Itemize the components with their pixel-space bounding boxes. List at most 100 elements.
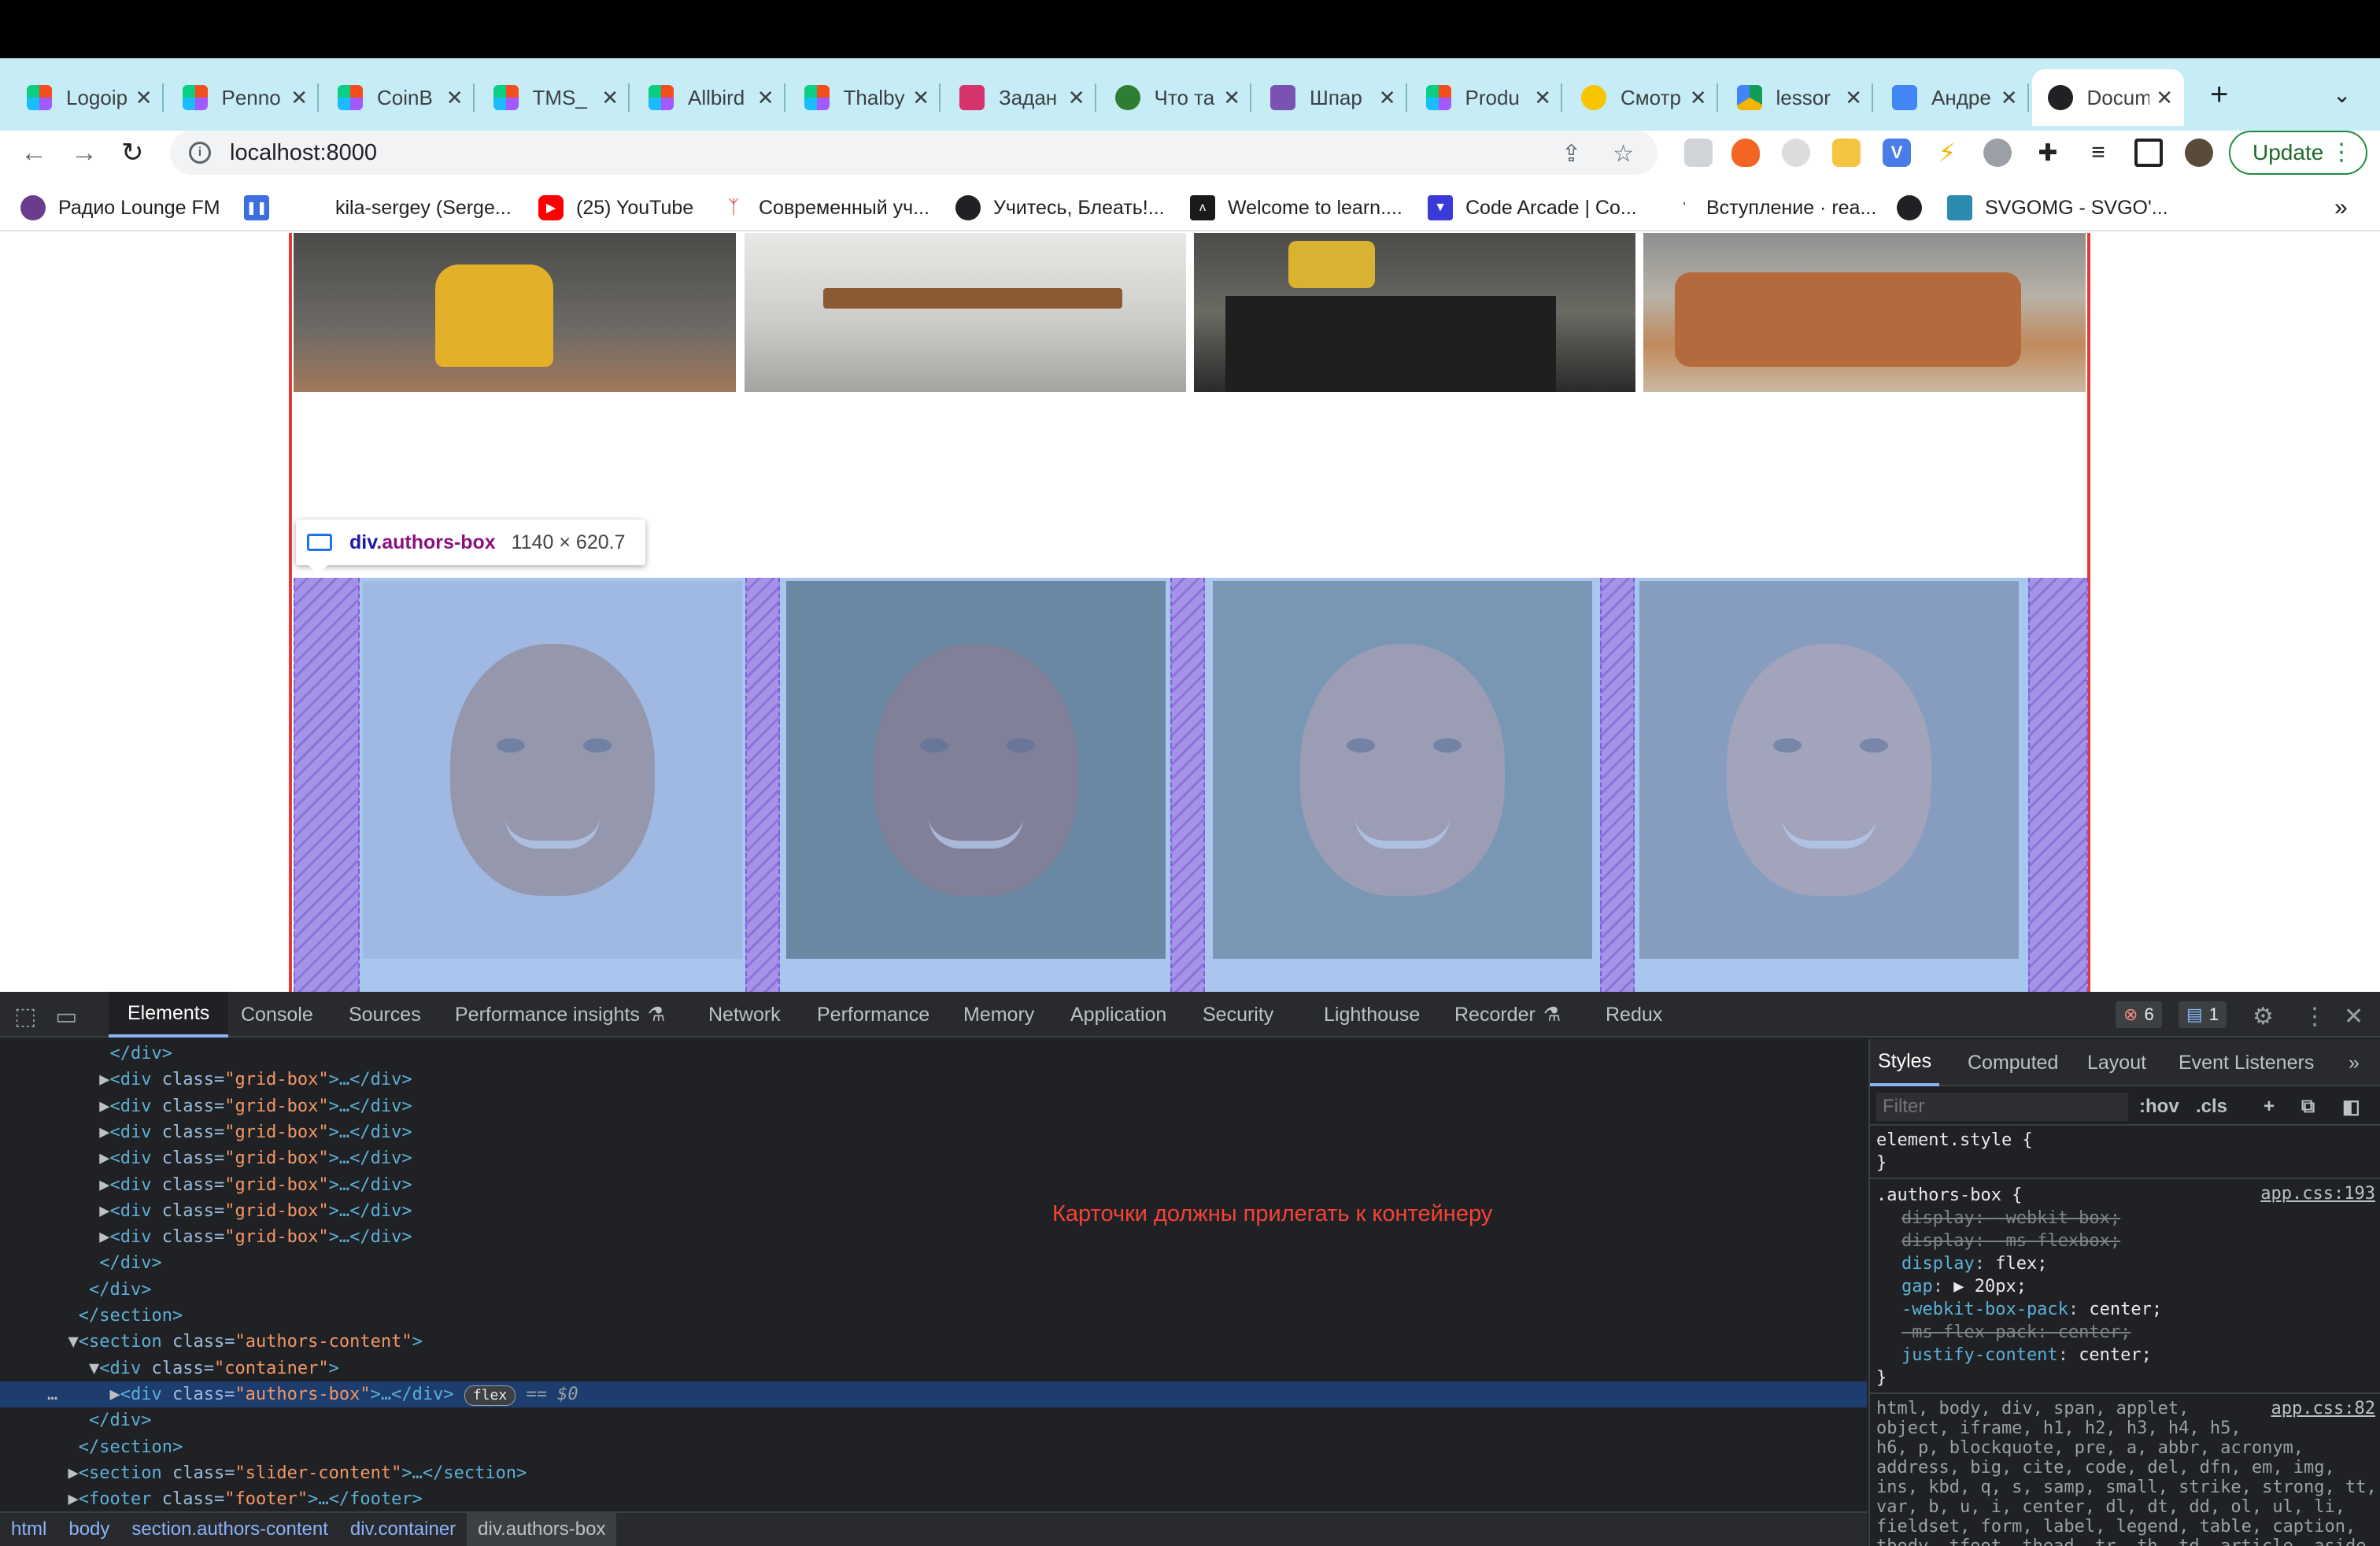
css-declaration[interactable]: gap: ▶ 20px;: [1901, 1275, 2027, 1298]
breadcrumb-html[interactable]: html: [0, 1518, 57, 1540]
close-tab-icon[interactable]: ✕: [757, 86, 774, 110]
dom-node[interactable]: </div>: [0, 1250, 1867, 1276]
dom-node[interactable]: ▶<div class="grid-box">…</div>: [0, 1224, 1867, 1250]
share-icon[interactable]: ⇪: [1561, 140, 1581, 168]
device-toolbar-icon[interactable]: ▭: [55, 1003, 77, 1030]
browser-tab[interactable]: Produ ✕: [1410, 69, 1562, 126]
css-declaration[interactable]: -ms-flex-pack: center;: [1901, 1321, 2131, 1344]
rule-source-link[interactable]: app.css:193: [2260, 1184, 2375, 1204]
dom-node[interactable]: ▶<div class="grid-box">…</div>: [0, 1172, 1867, 1198]
dom-node[interactable]: ▶<div class="grid-box">…</div>: [0, 1093, 1867, 1119]
bookmark-globe[interactable]: [1897, 194, 1935, 222]
css-declaration[interactable]: display: -webkit-box;: [1901, 1207, 2120, 1230]
tab-console[interactable]: Console: [241, 992, 313, 1037]
css-declaration[interactable]: display: -ms-flexbox;: [1901, 1230, 2120, 1252]
inspect-element-icon[interactable]: ⬚: [14, 1003, 36, 1030]
tab-elements[interactable]: Elements: [109, 992, 229, 1037]
tab-network[interactable]: Network: [708, 992, 781, 1037]
close-tab-icon[interactable]: ✕: [1223, 86, 1240, 110]
tab-performance[interactable]: Performance: [817, 992, 929, 1037]
close-tab-icon[interactable]: ✕: [1068, 86, 1085, 110]
close-tab-icon[interactable]: ✕: [1379, 86, 1396, 110]
tab-event-listeners[interactable]: Event Listeners: [2179, 1039, 2314, 1086]
update-button[interactable]: Update ⋮: [2229, 131, 2367, 175]
bookmark-radio-lounge[interactable]: Радио Lounge FM: [20, 194, 220, 222]
browser-tab[interactable]: Logoip ✕: [11, 69, 164, 126]
site-info-icon[interactable]: i: [189, 142, 211, 164]
tab-recorder[interactable]: Recorder ⚗: [1454, 992, 1561, 1037]
dom-node[interactable]: ▶<div class="grid-box">…</div>: [0, 1198, 1867, 1224]
dom-node[interactable]: </div>: [0, 1277, 1867, 1303]
dom-node[interactable]: ▶<section class="slider-content">…</sect…: [0, 1460, 1867, 1486]
close-tab-icon[interactable]: ✕: [912, 86, 929, 110]
browser-tab[interactable]: Thalby ✕: [789, 69, 941, 126]
bookmark-welcome-learn[interactable]: ʌ Welcome to learn....: [1190, 194, 1402, 222]
browser-tab[interactable]: CoinB ✕: [322, 69, 475, 126]
close-tab-icon[interactable]: ✕: [135, 86, 153, 110]
css-declaration[interactable]: -webkit-box-pack: center;: [1901, 1298, 2162, 1321]
extension-v-icon[interactable]: V: [1883, 139, 1911, 167]
bookmark-star-icon[interactable]: ☆: [1613, 140, 1634, 168]
toggle-sidebar-icon[interactable]: ◧: [2342, 1096, 2360, 1119]
more-options-icon[interactable]: ⋮: [2303, 1003, 2326, 1030]
bookmark-uchites[interactable]: Учитесь, Блеать!...: [955, 194, 1165, 222]
new-tab-button[interactable]: +: [2210, 77, 2228, 113]
extension-brave-icon[interactable]: [1731, 139, 1760, 167]
breadcrumb-authors-box[interactable]: div.authors-box: [467, 1512, 617, 1546]
errors-badge[interactable]: ⊗ 6: [2116, 1001, 2162, 1028]
browser-tab[interactable]: Смотр ✕: [1565, 69, 1718, 126]
cls-toggle[interactable]: .cls: [2196, 1096, 2227, 1118]
browser-tab[interactable]: Шпар ✕: [1255, 69, 1407, 126]
extension-target-icon[interactable]: [1782, 139, 1810, 167]
tab-memory[interactable]: Memory: [963, 992, 1034, 1037]
browser-tab[interactable]: Penno ✕: [167, 69, 319, 126]
back-arrow-icon[interactable]: ←: [20, 131, 47, 175]
tab-security[interactable]: Security: [1203, 992, 1273, 1037]
browser-tab[interactable]: Docum ✕: [2031, 69, 2184, 126]
bookmark-youtube[interactable]: ▶ (25) YouTube: [538, 194, 693, 222]
settings-gear-icon[interactable]: ⚙: [2252, 1003, 2274, 1030]
extensions-puzzle-icon[interactable]: ✚: [2034, 139, 2062, 167]
dom-node[interactable]: ▼<div class="container">: [0, 1356, 1867, 1381]
dom-node[interactable]: ▼<section class="authors-content">: [0, 1329, 1867, 1355]
paint-brush-icon[interactable]: ⧉: [2301, 1096, 2315, 1118]
new-rule-plus-icon[interactable]: +: [2264, 1096, 2275, 1118]
forward-arrow-icon[interactable]: →: [71, 131, 98, 175]
more-menu-icon[interactable]: ⋮: [2330, 139, 2353, 166]
bookmark-kila-sergey[interactable]: kila-sergey (Serge...: [335, 194, 512, 222]
close-tab-icon[interactable]: ✕: [446, 86, 464, 110]
bookmarks-overflow-icon[interactable]: »: [2334, 194, 2348, 222]
dom-node[interactable]: ▶<div class="grid-box">…</div>: [0, 1119, 1867, 1145]
close-tab-icon[interactable]: ✕: [1534, 86, 1551, 110]
tab-redux[interactable]: Redux: [1606, 992, 1662, 1037]
browser-tab[interactable]: lessor ✕: [1721, 69, 1873, 126]
tab-search-chevron-icon[interactable]: ⌄: [2333, 82, 2351, 108]
styles-tabs-overflow[interactable]: »: [2349, 1039, 2360, 1086]
profile-avatar[interactable]: [2185, 139, 2213, 167]
browser-tab[interactable]: Allbird ✕: [633, 69, 785, 126]
browser-tab[interactable]: Андре ✕: [1876, 69, 2029, 126]
breadcrumb-section[interactable]: section.authors-content: [120, 1518, 338, 1540]
tab-styles[interactable]: Styles: [1870, 1039, 1940, 1086]
extension-qr-icon[interactable]: [1684, 139, 1713, 167]
tab-computed[interactable]: Computed: [1968, 1039, 2058, 1086]
bookmark-code-arcade[interactable]: ▼ Code Arcade | Co...: [1428, 194, 1637, 222]
bookmark-svgomg[interactable]: SVGOMG - SVGO'...: [1947, 194, 2168, 222]
breadcrumb-container[interactable]: div.container: [339, 1518, 467, 1540]
dom-node[interactable]: </div>: [0, 1407, 1867, 1433]
dom-node[interactable]: ▶<div class="grid-box">…</div>: [0, 1145, 1867, 1171]
close-tab-icon[interactable]: ✕: [1845, 86, 1862, 110]
tab-application[interactable]: Application: [1070, 992, 1166, 1037]
css-declaration[interactable]: justify-content: center;: [1901, 1344, 2152, 1367]
tab-sources[interactable]: Sources: [349, 992, 421, 1037]
side-panel-icon[interactable]: [2134, 139, 2163, 167]
hov-toggle[interactable]: :hov: [2139, 1096, 2179, 1118]
tab-lighthouse[interactable]: Lighthouse: [1324, 992, 1420, 1037]
bookmark-sovremenny[interactable]: ᛉ Современный уч...: [721, 194, 929, 222]
address-bar[interactable]: i localhost:8000 ⇪ ☆: [170, 131, 1658, 175]
dom-tree[interactable]: </div> ▶<div class="grid-box">…</div> ▶<…: [0, 1039, 1867, 1513]
extension-gear-icon[interactable]: [1983, 139, 2012, 167]
reload-icon[interactable]: ↻: [121, 131, 144, 175]
rule-source-link[interactable]: app.css:82: [2271, 1399, 2375, 1418]
breadcrumb-body[interactable]: body: [57, 1518, 120, 1540]
